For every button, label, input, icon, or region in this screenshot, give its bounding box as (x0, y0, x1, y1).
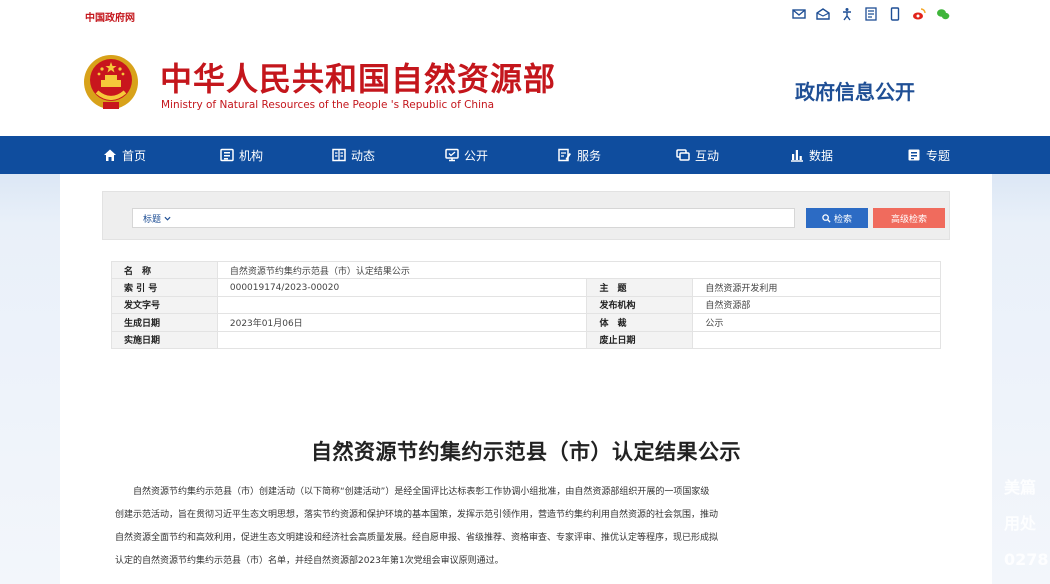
wechat-icon[interactable] (936, 7, 950, 21)
info-value: 公示 (692, 313, 941, 332)
topic-icon (908, 149, 920, 161)
site-header: 中华人民共和国自然资源部 Ministry of Natural Resourc… (0, 30, 1050, 135)
nav-item-interact[interactable]: 互动 (676, 136, 719, 174)
nav-item-news[interactable]: 动态 (332, 136, 375, 174)
home-icon (104, 149, 116, 161)
nav-item-data[interactable]: 数据 (790, 136, 833, 174)
info-value: 自然资源开发利用 (692, 278, 941, 297)
advanced-search-button[interactable]: 高级检索 (873, 208, 945, 228)
disclosure-icon (445, 148, 459, 162)
search-button-label: 检索 (833, 214, 852, 225)
table-row: 索 引 号 000019174/2023-00020 主 题 自然资源开发利用 (111, 278, 941, 297)
info-label: 索 引 号 (111, 278, 218, 297)
info-label: 实施日期 (111, 330, 218, 349)
nav-label: 数据 (809, 148, 834, 163)
info-label: 发布机构 (586, 295, 694, 315)
info-label: 体 裁 (586, 313, 694, 332)
nav-label: 首页 (122, 148, 147, 163)
accessibility-icon[interactable] (840, 7, 854, 21)
info-label: 主 题 (586, 278, 694, 297)
nav-label: 机构 (239, 148, 264, 163)
info-value: 自然资源部 (692, 295, 941, 315)
search-input[interactable]: 标题 (132, 208, 795, 228)
nav-label: 公开 (464, 148, 489, 163)
info-value: 000019174/2023-00020 (216, 278, 588, 297)
article-line: 自然资源节约集约示范县（市）创建活动（以下简称“创建活动”）是经全国评比达标表彰… (115, 487, 710, 497)
weibo-icon[interactable] (912, 7, 926, 21)
mail-icon[interactable] (792, 7, 806, 21)
top-utility-bar: 中国政府网 (0, 0, 1050, 30)
watermark-overlay: 美篇 用处 0278 (1004, 470, 1050, 578)
info-value (216, 295, 588, 315)
document-info-table: 名 称 自然资源节约集约示范县（市）认定结果公示 索 引 号 000019174… (111, 260, 942, 349)
search-field-label: 标题 (143, 214, 162, 225)
info-value (692, 330, 941, 349)
article-line: 认定的自然资源节约集约示范县（市）名单，并经自然资源部2023年第1次党组会审议… (115, 556, 504, 566)
nav-label: 互动 (695, 148, 720, 163)
article-title: 自然资源节约集约示范县（市）认定结果公示 (311, 440, 741, 464)
utility-icons (792, 7, 950, 21)
site-title[interactable]: 中华人民共和国自然资源部 (160, 54, 556, 100)
interact-icon (676, 149, 690, 161)
article-line: 创建示范活动，旨在贯彻习近平生态文明思想，落实节约资源和保护环境的基本国策，发挥… (115, 510, 719, 520)
data-icon (791, 150, 803, 162)
info-label: 发文字号 (111, 295, 218, 315)
article-line: 自然资源全面节约和高效利用，促进生态文明建设和经济社会高质量发展。经自愿申报、省… (115, 533, 719, 543)
nav-item-topic[interactable]: 专题 (907, 136, 950, 174)
info-label: 废止日期 (586, 330, 694, 349)
watermark-line: 用处 (1004, 514, 1037, 533)
nav-item-org[interactable]: 机构 (220, 136, 263, 174)
mail-open-icon[interactable] (816, 7, 830, 21)
org-icon (220, 148, 234, 162)
gov-portal-link[interactable]: 中国政府网 (85, 9, 135, 24)
watermark-line: 美篇 (1004, 478, 1037, 497)
nav-label: 服务 (577, 148, 602, 163)
mobile-icon[interactable] (888, 7, 902, 21)
search-icon (822, 213, 831, 223)
search-button[interactable]: 检索 (806, 208, 868, 228)
news-icon (332, 148, 346, 162)
nav-item-disclosure[interactable]: 公开 (445, 136, 488, 174)
gov-info-disclosure-title[interactable]: 政府信息公开 (795, 76, 915, 105)
info-value: 2023年01月06日 (216, 313, 588, 332)
chevron-down-icon (164, 216, 171, 221)
service-icon (558, 148, 571, 162)
table-row: 实施日期 废止日期 (111, 330, 941, 349)
site-subtitle: Ministry of Natural Resources of the Peo… (161, 99, 495, 111)
main-nav: 首页 机构 动态 公开 服务 互动 数据 专题 (0, 136, 1050, 174)
nav-label: 动态 (351, 148, 376, 163)
info-label: 生成日期 (111, 313, 218, 332)
content-card: 标题 检索 高级检索 名 称 自然资源节约集约示范县（市）认定结果公示 索 引 … (60, 174, 992, 584)
article-body: 自然资源节约集约示范县（市）创建活动（以下简称“创建活动”）是经全国评比达标表彰… (115, 481, 970, 573)
table-row: 生成日期 2023年01月06日 体 裁 公示 (111, 313, 941, 332)
info-value: 自然资源节约集约示范县（市）认定结果公示 (216, 260, 942, 280)
rss-icon[interactable] (864, 7, 878, 21)
nav-item-service[interactable]: 服务 (558, 136, 601, 174)
nav-item-home[interactable]: 首页 (103, 136, 146, 174)
watermark-line: 0278 (1004, 550, 1049, 569)
info-value (216, 330, 588, 349)
search-bar: 标题 检索 高级检索 (102, 191, 950, 240)
nav-label: 专题 (926, 148, 951, 163)
table-row: 发文字号 发布机构 自然资源部 (111, 295, 941, 315)
table-row: 名 称 自然资源节约集约示范县（市）认定结果公示 (111, 260, 942, 280)
info-label: 名 称 (111, 260, 218, 280)
national-emblem-logo[interactable] (83, 52, 139, 112)
search-field-select[interactable]: 标题 (133, 212, 171, 225)
